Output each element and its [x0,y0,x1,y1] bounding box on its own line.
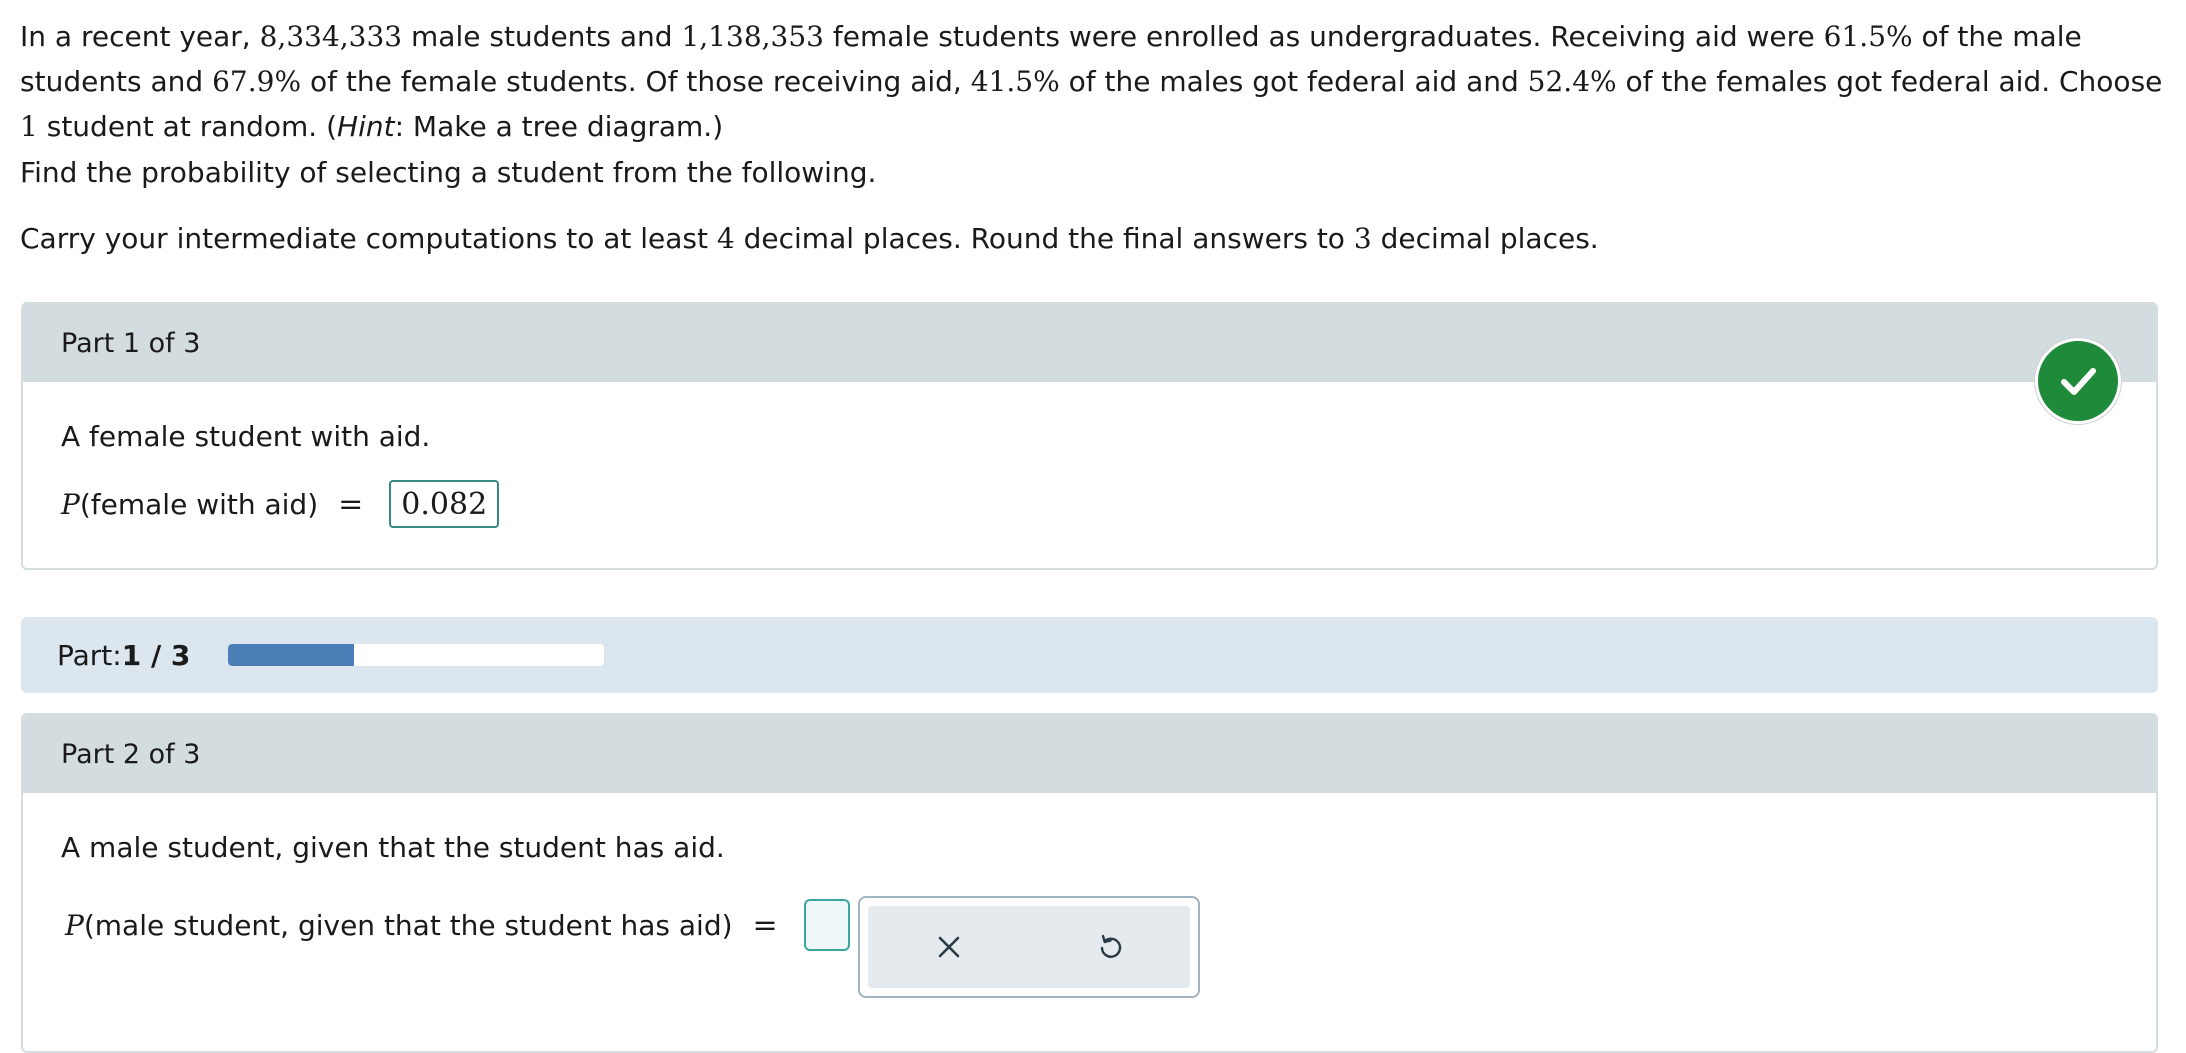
part2-question: A male student, given that the student h… [61,831,725,864]
probability-argument: (male student, given that the student ha… [83,908,733,942]
intermediate-decimals: 4 [716,222,735,255]
part2-answer-field[interactable] [803,899,850,951]
equals-sign: = [752,907,778,943]
hint-label: Hint [337,110,395,143]
part1-header: Part 1 of 3 [23,304,2156,382]
check-icon [2035,338,2121,424]
female-count: 1,138,353 [681,20,824,53]
equals-sign: = [338,486,364,522]
part2-card: Part 2 of 3 A male student, given that t… [21,713,2158,1053]
male-aid-percent: 61.5% [1823,20,1913,53]
clear-icon [938,936,959,958]
instruction-text: decimal places. [1371,222,1599,255]
problem-text: male students and [402,20,682,53]
problem-text: of the males got federal aid and [1059,65,1528,98]
final-decimals: 3 [1353,222,1372,255]
male-federal-percent: 41.5% [970,65,1060,98]
answer-tool-panel [858,896,1200,998]
probability-symbol: P [65,908,84,942]
part2-equation: P (male student, given that the student h… [65,899,850,951]
undo-icon [1100,934,1121,958]
part1-title: Part 1 of 3 [61,327,201,359]
progress-label: Part: [57,638,122,672]
answer-tool-bar [868,906,1190,988]
probability-symbol: P [61,487,80,521]
problem-text: : Make a tree diagram.) [394,110,724,143]
problem-text: of the female students. Of those receivi… [301,65,971,98]
find-instruction: Find the probability of selecting a stud… [20,156,877,189]
problem-statement: In a recent year, 8,334,333 male student… [20,14,2170,149]
male-count: 8,334,333 [259,20,403,53]
undo-button[interactable] [1080,917,1140,977]
female-federal-percent: 52.4% [1527,65,1617,98]
rounding-instruction: Carry your intermediate computations to … [20,222,1599,255]
choose-count: 1 [20,110,38,143]
part2-title: Part 2 of 3 [61,738,201,770]
female-aid-percent: 67.9% [212,65,302,98]
instruction-text: Carry your intermediate computations to … [20,222,717,255]
instruction-text: decimal places. Round the final answers … [734,222,1354,255]
probability-argument: (female with aid) [79,487,319,521]
problem-text: student at random. ( [37,110,338,143]
problem-text: of the females got federal aid. Choose [1616,65,2163,98]
problem-text: In a recent year, [20,20,260,53]
progress-value: 1 / 3 [121,638,191,672]
check-icon-glyph [2061,368,2096,395]
part2-header: Part 2 of 3 [23,715,2156,793]
part1-card: Part 1 of 3 A female student with aid. P… [21,302,2158,570]
part1-question: A female student with aid. [61,420,431,453]
part1-answer-field[interactable]: 0.082 [389,480,500,528]
part-progress: Part: 1 / 3 [21,617,2158,693]
clear-button[interactable] [919,917,979,977]
progress-fill [228,644,354,666]
progress-track [228,644,605,666]
problem-text: female students were enrolled as undergr… [823,20,1824,53]
part1-equation: P (female with aid) = 0.082 [61,480,500,528]
